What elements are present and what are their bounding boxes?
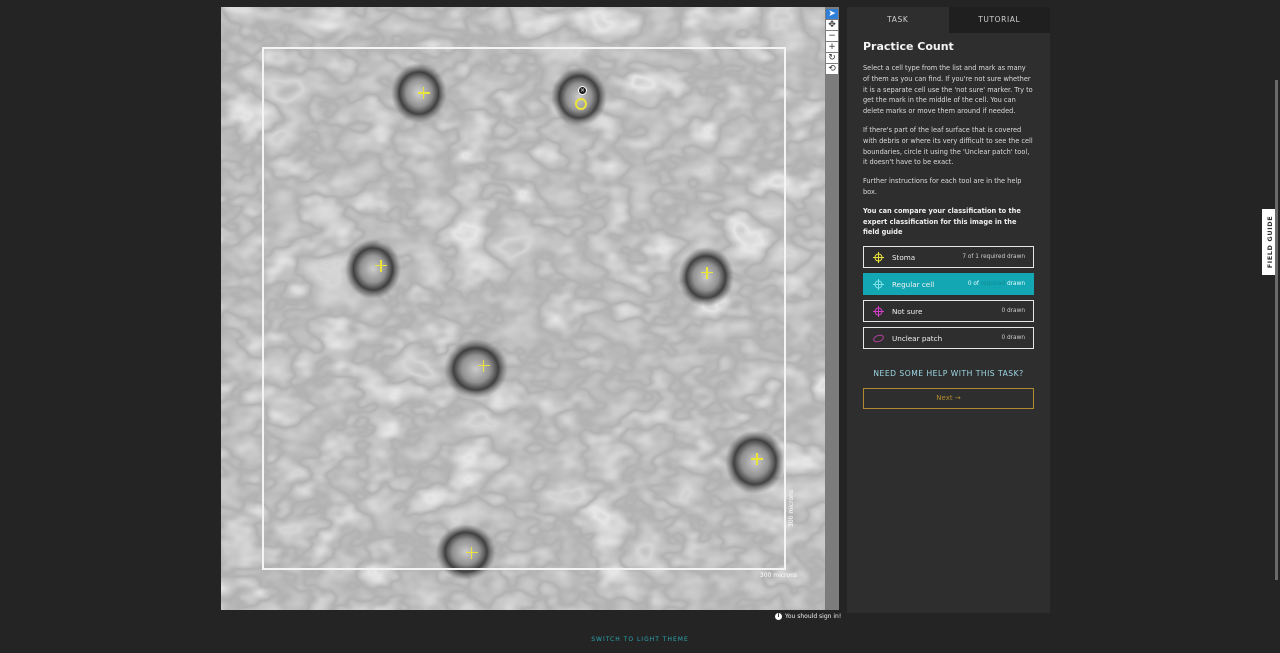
reset-icon[interactable]: ⟲	[826, 64, 838, 74]
subject-image-viewer[interactable]: 300 microns 300 microns ×	[221, 7, 825, 610]
tab-task[interactable]: TASK	[847, 7, 949, 33]
zoom-in-icon[interactable]: +	[826, 42, 838, 52]
stoma-mark[interactable]	[701, 266, 714, 279]
scale-bar-vertical: 300 microns	[788, 489, 795, 527]
tool-count: 0 of required drawn	[967, 281, 1025, 288]
leaf-micrograph-image	[221, 7, 825, 610]
viewer-toolbar: ➤ ✥ − + ↻ ⟲	[825, 7, 839, 610]
tab-tutorial[interactable]: TUTORIAL	[948, 7, 1050, 33]
help-link[interactable]: NEED SOME HELP WITH THIS TASK?	[863, 369, 1034, 378]
stoma-mark[interactable]	[417, 87, 430, 100]
tool-count: 0 drawn	[1001, 335, 1025, 342]
move-icon[interactable]: ✥	[826, 20, 838, 30]
classifier-page: 300 microns 300 microns × ➤ ✥ − + ↻ ⟲ TA…	[0, 0, 1280, 653]
selected-stoma-mark[interactable]	[575, 98, 587, 110]
stoma-mark[interactable]	[465, 546, 478, 559]
crosshair-icon	[873, 305, 884, 317]
tool-not-sure-button[interactable]: Not sure 0 drawn	[863, 300, 1034, 323]
task-panel: TASK TUTORIAL Practice Count Select a ce…	[847, 7, 1050, 613]
tool-count: 7 of 1 required drawn	[962, 254, 1025, 261]
stoma-mark[interactable]	[477, 359, 490, 372]
sign-in-text: You should sign in!	[785, 613, 842, 620]
tool-label: Regular cell	[892, 279, 935, 289]
tool-count: 0 drawn	[1001, 308, 1025, 315]
sign-in-notice[interactable]: i You should sign in!	[775, 613, 841, 620]
instruction-paragraph: If there's part of the leaf surface that…	[863, 125, 1033, 167]
pointer-icon[interactable]: ➤	[826, 9, 838, 19]
field-guide-label: FIELD GUIDE	[1266, 215, 1274, 269]
instruction-paragraph: Select a cell type from the list and mar…	[863, 64, 1033, 116]
zoom-out-icon[interactable]: −	[826, 31, 838, 41]
instruction-paragraph: Further instructions for each tool are i…	[863, 177, 1022, 196]
field-guide-note: You can compare your classification to t…	[863, 206, 1021, 237]
task-tabs: TASK TUTORIAL	[847, 7, 1050, 33]
rotate-icon[interactable]: ↻	[826, 53, 838, 63]
tool-label: Stoma	[892, 252, 916, 262]
crosshair-icon	[873, 251, 884, 263]
tool-label: Unclear patch	[892, 333, 943, 343]
tool-stoma-button[interactable]: Stoma 7 of 1 required drawn	[863, 246, 1034, 269]
delete-mark-button[interactable]: ×	[578, 86, 587, 95]
drawing-tool-list: Stoma 7 of 1 required drawn Regular cell…	[863, 246, 1034, 350]
tool-regular-cell-button[interactable]: Regular cell 0 of required drawn	[863, 273, 1034, 296]
page-scrollbar[interactable]	[1275, 80, 1278, 580]
ellipse-icon	[873, 333, 884, 344]
info-icon: i	[775, 613, 782, 620]
next-button[interactable]: Next →	[863, 388, 1034, 410]
task-content: Practice Count Select a cell type from t…	[847, 33, 1050, 410]
tool-unclear-patch-button[interactable]: Unclear patch 0 drawn	[863, 327, 1034, 350]
stoma-mark[interactable]	[751, 453, 764, 466]
tool-label: Not sure	[892, 306, 923, 316]
crosshair-icon	[873, 278, 884, 290]
stoma-mark[interactable]	[375, 259, 388, 272]
scale-bar-horizontal: 300 microns	[759, 572, 797, 579]
task-title: Practice Count	[863, 40, 954, 53]
switch-theme-link[interactable]: SWITCH TO LIGHT THEME	[0, 636, 1280, 643]
